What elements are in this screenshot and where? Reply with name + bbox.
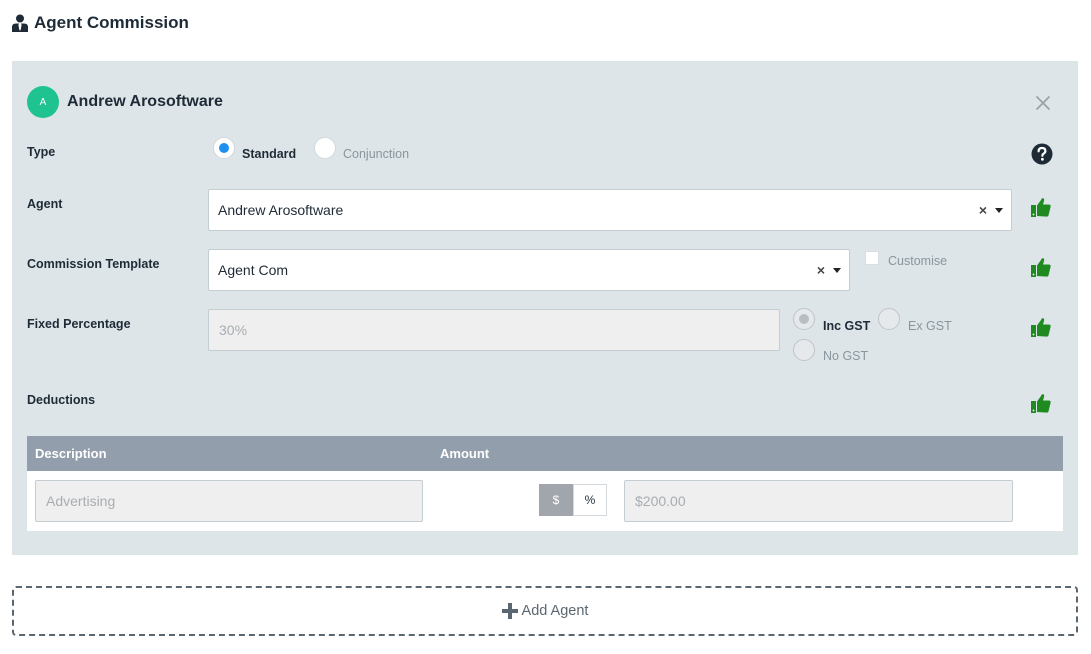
help-icon[interactable] <box>1031 143 1053 165</box>
commission-template-clear-icon[interactable]: × <box>817 262 825 278</box>
deduction-amount-input[interactable]: $200.00 <box>624 480 1013 522</box>
page-title: Agent Commission <box>34 13 189 32</box>
page-header: Agent Commission <box>12 10 189 36</box>
customise-label: Customise <box>888 254 948 268</box>
agent-card-header: A Andrew Arosoftware <box>27 86 223 118</box>
agent-name: Andrew Arosoftware <box>67 93 223 110</box>
type-standard-radio[interactable] <box>213 137 235 159</box>
deductions-label: Deductions <box>27 393 96 407</box>
column-header-description: Description <box>35 446 107 461</box>
thumbs-up-icon[interactable] <box>1030 392 1052 414</box>
commission-template-value: Agent Com <box>218 262 289 278</box>
type-label: Type <box>27 145 56 159</box>
commission-template-label: Commission Template <box>27 257 160 271</box>
add-agent-button[interactable]: Add Agent <box>12 586 1078 636</box>
ex-gst-radio[interactable] <box>878 308 900 330</box>
agent-select-value: Andrew Arosoftware <box>218 202 344 218</box>
thumbs-up-icon[interactable] <box>1030 316 1052 338</box>
type-conjunction-label: Conjunction <box>343 147 410 161</box>
column-header-amount: Amount <box>440 446 490 461</box>
deduction-description-placeholder: Advertising <box>46 493 116 509</box>
deductions-table-header: Description Amount <box>27 436 1063 471</box>
amount-unit-toggle: $ % <box>539 484 607 516</box>
plus-icon <box>501 603 518 619</box>
deductions-table: Description Amount Advertising $ % $200.… <box>27 436 1063 531</box>
no-gst-radio[interactable] <box>793 339 815 361</box>
deduction-description-input[interactable]: Advertising <box>35 480 423 522</box>
fixed-percentage-label: Fixed Percentage <box>27 317 131 331</box>
agent-clear-icon[interactable]: × <box>979 202 987 218</box>
agent-select[interactable]: Andrew Arosoftware × <box>208 189 1012 231</box>
percent-toggle-button[interactable]: % <box>573 484 607 516</box>
inc-gst-radio[interactable] <box>793 308 815 330</box>
ex-gst-label: Ex GST <box>908 319 952 333</box>
customise-checkbox[interactable] <box>865 251 879 265</box>
chevron-down-icon[interactable] <box>833 267 841 273</box>
no-gst-label: No GST <box>823 349 869 363</box>
user-tie-icon <box>12 14 30 32</box>
dollar-toggle-button[interactable]: $ <box>539 484 573 516</box>
thumbs-up-icon[interactable] <box>1030 196 1052 218</box>
deduction-amount-placeholder: $200.00 <box>635 493 686 509</box>
inc-gst-label: Inc GST <box>823 319 871 333</box>
avatar: A <box>27 86 59 118</box>
fixed-percentage-input[interactable]: 30% <box>208 309 780 351</box>
thumbs-up-icon[interactable] <box>1030 256 1052 278</box>
type-conjunction-radio[interactable] <box>314 137 336 159</box>
commission-template-select[interactable]: Agent Com × <box>208 249 850 291</box>
close-icon[interactable] <box>1034 94 1052 112</box>
add-agent-label: Add Agent <box>521 603 589 619</box>
chevron-down-icon[interactable] <box>995 207 1003 213</box>
type-standard-label: Standard <box>242 147 297 161</box>
agent-label: Agent <box>27 197 63 211</box>
fixed-percentage-placeholder: 30% <box>219 322 248 338</box>
agent-commission-card: A Andrew Arosoftware Type Standard Conju… <box>12 61 1078 555</box>
